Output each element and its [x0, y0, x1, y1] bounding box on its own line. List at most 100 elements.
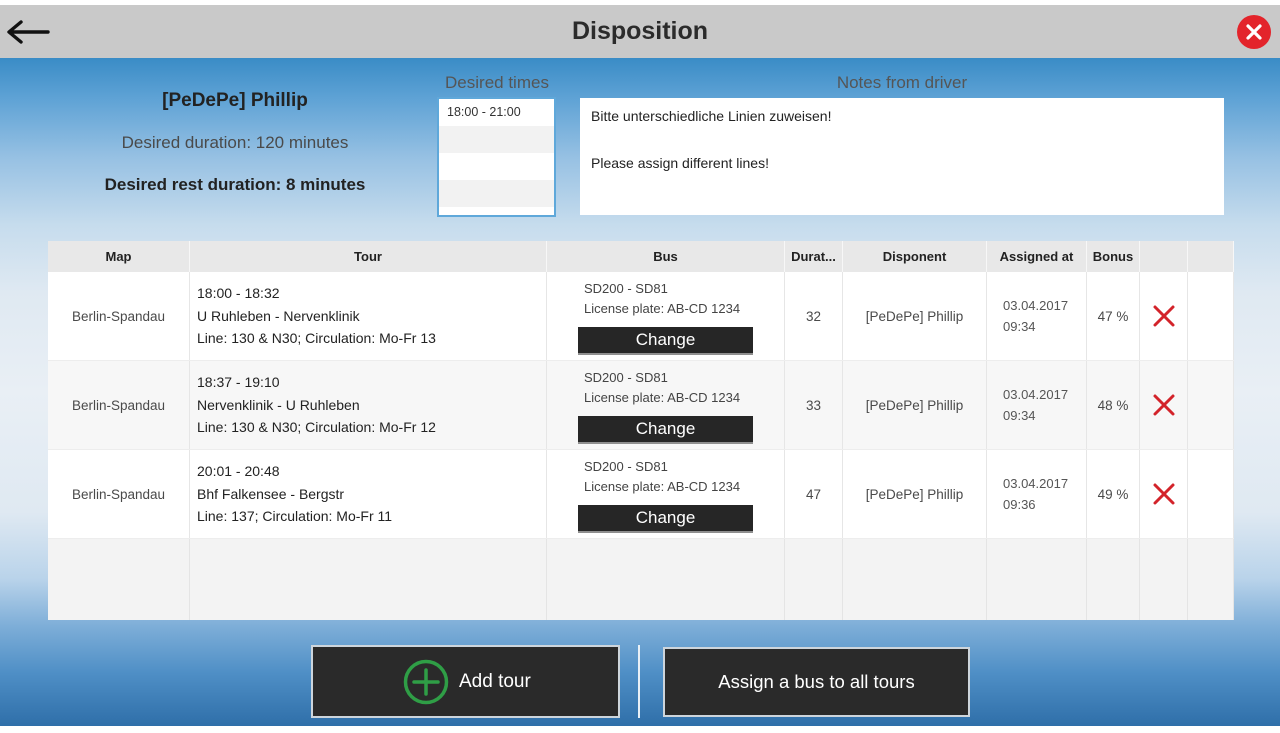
- empty-cell: [547, 539, 785, 620]
- tour-cell: 18:00 - 18:32 U Ruhleben - Nervenklinik …: [190, 272, 547, 360]
- add-tour-label: Add tour: [459, 671, 531, 692]
- bus-name: SD200 - SD81: [584, 459, 668, 474]
- arrow-left-shape: [7, 20, 50, 44]
- tour-route: Nervenklinik - U Ruhleben: [197, 396, 360, 413]
- empty-cell: [1087, 539, 1140, 620]
- license-plate: License plate: AB-CD 1234: [584, 390, 741, 405]
- desired-times-list[interactable]: 18:00 - 21:00: [437, 97, 556, 217]
- plus-circle-cross: [412, 668, 440, 696]
- duration-cell: 33: [785, 361, 843, 449]
- bonus-value: 48 %: [1097, 397, 1129, 413]
- change-bus-button[interactable]: Change: [578, 416, 753, 444]
- table-row[interactable]: Berlin-Spandau 20:01 - 20:48 Bhf Falkens…: [48, 450, 1234, 539]
- delete-x-shape: [1153, 305, 1174, 327]
- table-row[interactable]: Berlin-Spandau 18:37 - 19:10 Nervenklini…: [48, 361, 1234, 450]
- map-name: Berlin-Spandau: [71, 308, 166, 324]
- column-header-disponent[interactable]: Disponent: [843, 241, 987, 272]
- tour-time: 18:37 - 19:10: [197, 374, 280, 391]
- plus-circle-icon: [403, 659, 449, 705]
- delete-cell: [1140, 361, 1188, 449]
- arrow-left-icon: [7, 20, 50, 44]
- disponent-cell: [PeDePe] Phillip: [843, 272, 987, 360]
- duration-value: 32: [805, 308, 822, 324]
- table-row[interactable]: Berlin-Spandau 18:00 - 18:32 U Ruhleben …: [48, 272, 1234, 361]
- duration-cell: 47: [785, 450, 843, 538]
- column-header-bonus[interactable]: Bonus: [1087, 241, 1140, 272]
- tours-table: Map Tour Bus Durat... Disponent Assigned…: [48, 241, 1234, 620]
- column-header-bus[interactable]: Bus: [547, 241, 785, 272]
- title-bar: Disposition: [0, 5, 1280, 58]
- assigned-time: 09:34: [1003, 408, 1036, 423]
- assigned-date: 03.04.2017: [1003, 476, 1069, 491]
- bonus-cell: 48 %: [1087, 361, 1140, 449]
- bus-name: SD200 - SD81: [584, 281, 668, 296]
- disponent-name: [PeDePe] Phillip: [865, 486, 964, 502]
- license-plate: License plate: AB-CD 1234: [584, 301, 741, 316]
- disponent-name: [PeDePe] Phillip: [865, 397, 964, 413]
- assigned-at-cell: 03.04.2017 09:36: [987, 450, 1087, 538]
- tour-cell: 18:37 - 19:10 Nervenklinik - U Ruhleben …: [190, 361, 547, 449]
- tour-time: 20:01 - 20:48: [197, 463, 280, 480]
- delete-x-icon[interactable]: [1152, 482, 1176, 506]
- back-button[interactable]: [6, 19, 50, 45]
- note-line-english: Please assign different lines!: [591, 155, 769, 171]
- tour-route: Bhf Falkensee - Bergstr: [197, 485, 345, 502]
- driver-notes: Bitte unterschiedliche Linien zuweisen! …: [580, 98, 1224, 215]
- delete-x-shape: [1153, 394, 1174, 416]
- duration-value: 47: [805, 486, 822, 502]
- disponent-cell: [PeDePe] Phillip: [843, 361, 987, 449]
- empty-cell: [1188, 539, 1234, 620]
- change-bus-button[interactable]: Change: [578, 327, 753, 355]
- add-tour-button[interactable]: Add tour: [311, 645, 620, 718]
- button-divider: [638, 645, 640, 718]
- note-line-german: Bitte unterschiedliche Linien zuweisen!: [591, 108, 832, 124]
- empty-cell: [48, 539, 190, 620]
- assigned-date: 03.04.2017: [1003, 387, 1069, 402]
- tour-route: U Ruhleben - Nervenklinik: [197, 307, 360, 324]
- desired-rest-duration: Desired rest duration: 8 minutes: [104, 175, 366, 194]
- empty-cell: [785, 539, 843, 620]
- delete-x-shape: [1153, 483, 1174, 505]
- tour-line: Line: 137; Circulation: Mo-Fr 11: [197, 508, 393, 525]
- column-header-assigned-at[interactable]: Assigned at: [987, 241, 1087, 272]
- column-header-duration[interactable]: Durat...: [785, 241, 843, 272]
- duration-cell: 32: [785, 272, 843, 360]
- delete-x-icon[interactable]: [1152, 304, 1176, 328]
- tour-line: Line: 130 & N30; Circulation: Mo-Fr 12: [197, 419, 436, 436]
- table-empty-area: [48, 539, 1234, 620]
- spacer-cell: [1188, 361, 1234, 449]
- assign-bus-all-button[interactable]: Assign a bus to all tours: [663, 647, 970, 717]
- desired-times-label: Desired times: [445, 73, 549, 92]
- map-cell: Berlin-Spandau: [48, 450, 190, 538]
- delete-x-icon[interactable]: [1152, 393, 1176, 417]
- column-header-tour[interactable]: Tour: [190, 241, 547, 272]
- bonus-cell: 47 %: [1087, 272, 1140, 360]
- desired-time-item[interactable]: 18:00 - 21:00: [439, 99, 554, 126]
- license-plate: License plate: AB-CD 1234: [584, 479, 741, 494]
- empty-cell: [987, 539, 1087, 620]
- bus-cell: SD200 - SD81 License plate: AB-CD 1234 C…: [547, 450, 785, 538]
- assigned-at-cell: 03.04.2017 09:34: [987, 361, 1087, 449]
- tour-time: 18:00 - 18:32: [197, 285, 280, 302]
- bonus-value: 49 %: [1097, 486, 1129, 502]
- map-name: Berlin-Spandau: [71, 397, 166, 413]
- empty-cell: [843, 539, 987, 620]
- assigned-at-cell: 03.04.2017 09:34: [987, 272, 1087, 360]
- map-cell: Berlin-Spandau: [48, 272, 190, 360]
- delete-cell: [1140, 272, 1188, 360]
- disponent-cell: [PeDePe] Phillip: [843, 450, 987, 538]
- bus-cell: SD200 - SD81 License plate: AB-CD 1234 C…: [547, 361, 785, 449]
- spacer-cell: [1188, 450, 1234, 538]
- map-cell: Berlin-Spandau: [48, 361, 190, 449]
- empty-cell: [190, 539, 547, 620]
- column-header-map[interactable]: Map: [48, 241, 190, 272]
- delete-cell: [1140, 450, 1188, 538]
- map-name: Berlin-Spandau: [71, 486, 166, 502]
- close-button[interactable]: [1236, 14, 1272, 50]
- table-header: Map Tour Bus Durat... Disponent Assigned…: [48, 241, 1234, 272]
- disponent-name: [PeDePe] Phillip: [865, 308, 964, 324]
- desired-duration: Desired duration: 120 minutes: [121, 133, 349, 152]
- change-bus-button[interactable]: Change: [578, 505, 753, 533]
- bonus-cell: 49 %: [1087, 450, 1140, 538]
- bus-name: SD200 - SD81: [584, 370, 668, 385]
